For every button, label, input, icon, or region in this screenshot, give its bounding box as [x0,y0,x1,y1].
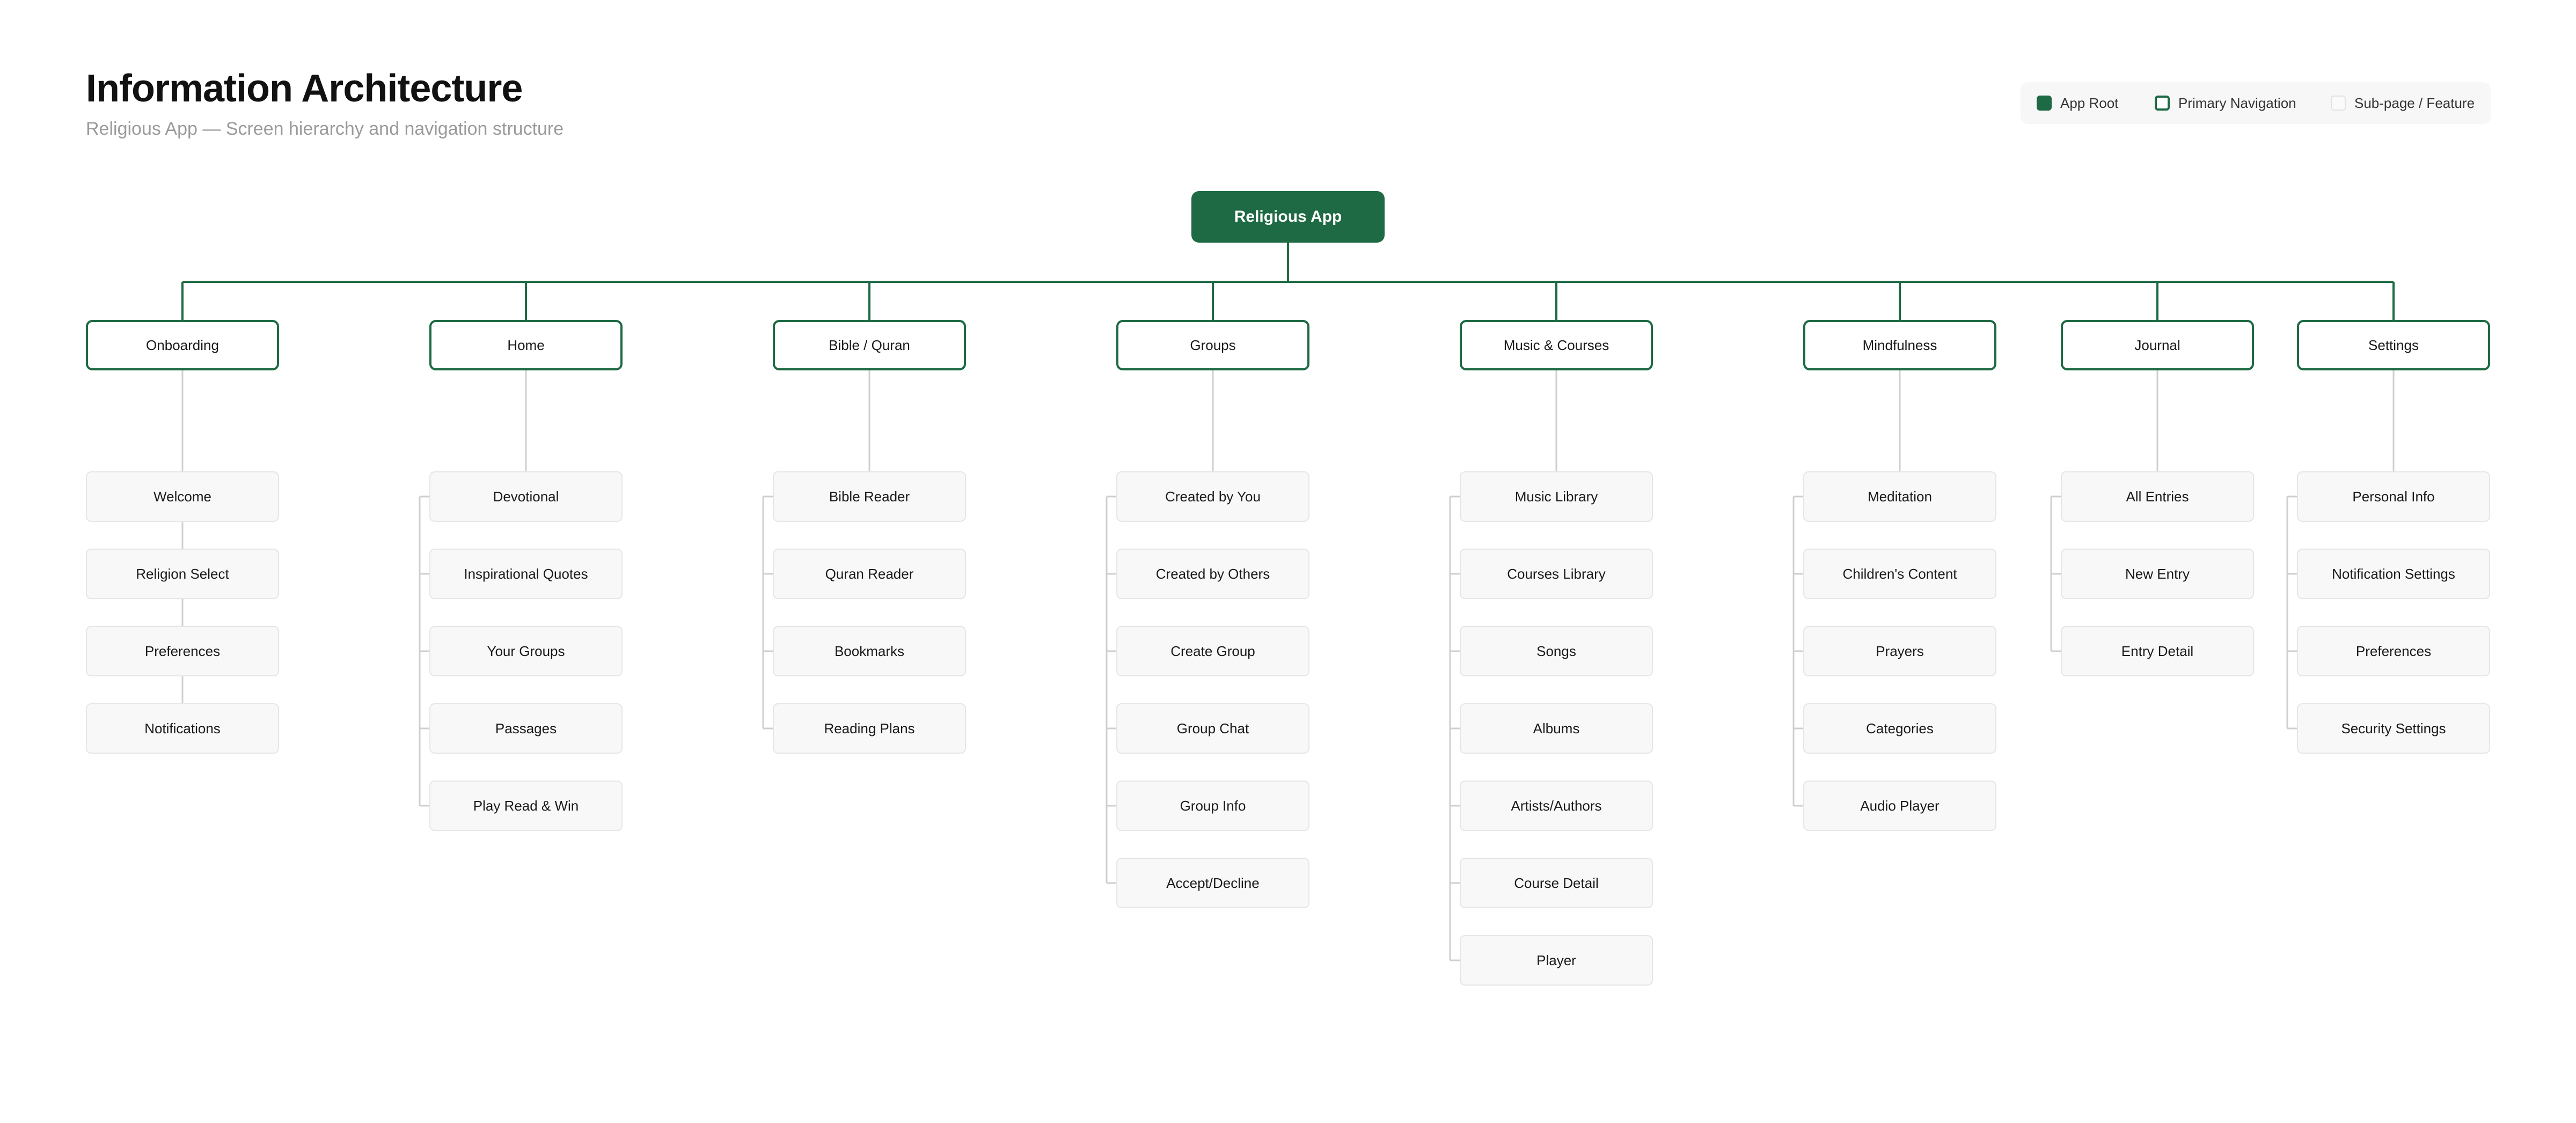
sub-node-children-s-content[interactable]: Children's Content [1803,549,1996,599]
sub-node-preferences[interactable]: Preferences [86,626,279,676]
sub-node-play-read-win[interactable]: Play Read & Win [429,781,623,831]
sub-node-music-library[interactable]: Music Library [1460,471,1653,522]
sub-node-personal-info[interactable]: Personal Info [2297,471,2490,522]
sub-node-bookmarks[interactable]: Bookmarks [773,626,966,676]
sub-node-devotional[interactable]: Devotional [429,471,623,522]
sub-node-create-group[interactable]: Create Group [1116,626,1309,676]
primary-node-groups[interactable]: Groups [1116,320,1309,370]
sub-node-notifications[interactable]: Notifications [86,703,279,754]
primary-node-mindfulness[interactable]: Mindfulness [1803,320,1996,370]
sub-node-all-entries[interactable]: All Entries [2061,471,2254,522]
sub-node-security-settings[interactable]: Security Settings [2297,703,2490,754]
sub-node-group-chat[interactable]: Group Chat [1116,703,1309,754]
sub-node-group-info[interactable]: Group Info [1116,781,1309,831]
sub-node-welcome[interactable]: Welcome [86,471,279,522]
sub-node-course-detail[interactable]: Course Detail [1460,858,1653,908]
sub-node-player[interactable]: Player [1460,935,1653,986]
sub-node-prayers[interactable]: Prayers [1803,626,1996,676]
sub-node-artists-authors[interactable]: Artists/Authors [1460,781,1653,831]
root-node-religious-app[interactable]: Religious App [1191,191,1385,243]
sub-node-meditation[interactable]: Meditation [1803,471,1996,522]
sub-node-passages[interactable]: Passages [429,703,623,754]
sub-node-accept-decline[interactable]: Accept/Decline [1116,858,1309,908]
sub-node-created-by-others[interactable]: Created by Others [1116,549,1309,599]
sub-node-albums[interactable]: Albums [1460,703,1653,754]
primary-node-settings[interactable]: Settings [2297,320,2490,370]
sub-node-new-entry[interactable]: New Entry [2061,549,2254,599]
sub-node-your-groups[interactable]: Your Groups [429,626,623,676]
sub-node-audio-player[interactable]: Audio Player [1803,781,1996,831]
primary-node-journal[interactable]: Journal [2061,320,2254,370]
sub-node-preferences[interactable]: Preferences [2297,626,2490,676]
primary-node-home[interactable]: Home [429,320,623,370]
sub-node-notification-settings[interactable]: Notification Settings [2297,549,2490,599]
primary-node-bible-quran[interactable]: Bible / Quran [773,320,966,370]
sub-node-songs[interactable]: Songs [1460,626,1653,676]
sub-node-quran-reader[interactable]: Quran Reader [773,549,966,599]
sub-node-inspirational-quotes[interactable]: Inspirational Quotes [429,549,623,599]
sub-node-reading-plans[interactable]: Reading Plans [773,703,966,754]
sub-node-religion-select[interactable]: Religion Select [86,549,279,599]
sub-node-categories[interactable]: Categories [1803,703,1996,754]
sub-node-courses-library[interactable]: Courses Library [1460,549,1653,599]
primary-node-onboarding[interactable]: Onboarding [86,320,279,370]
sub-node-bible-reader[interactable]: Bible Reader [773,471,966,522]
ia-diagram: Information Architecture Religious App —… [0,0,2576,1123]
primary-node-music-courses[interactable]: Music & Courses [1460,320,1653,370]
sub-node-entry-detail[interactable]: Entry Detail [2061,626,2254,676]
sub-node-created-by-you[interactable]: Created by You [1116,471,1309,522]
